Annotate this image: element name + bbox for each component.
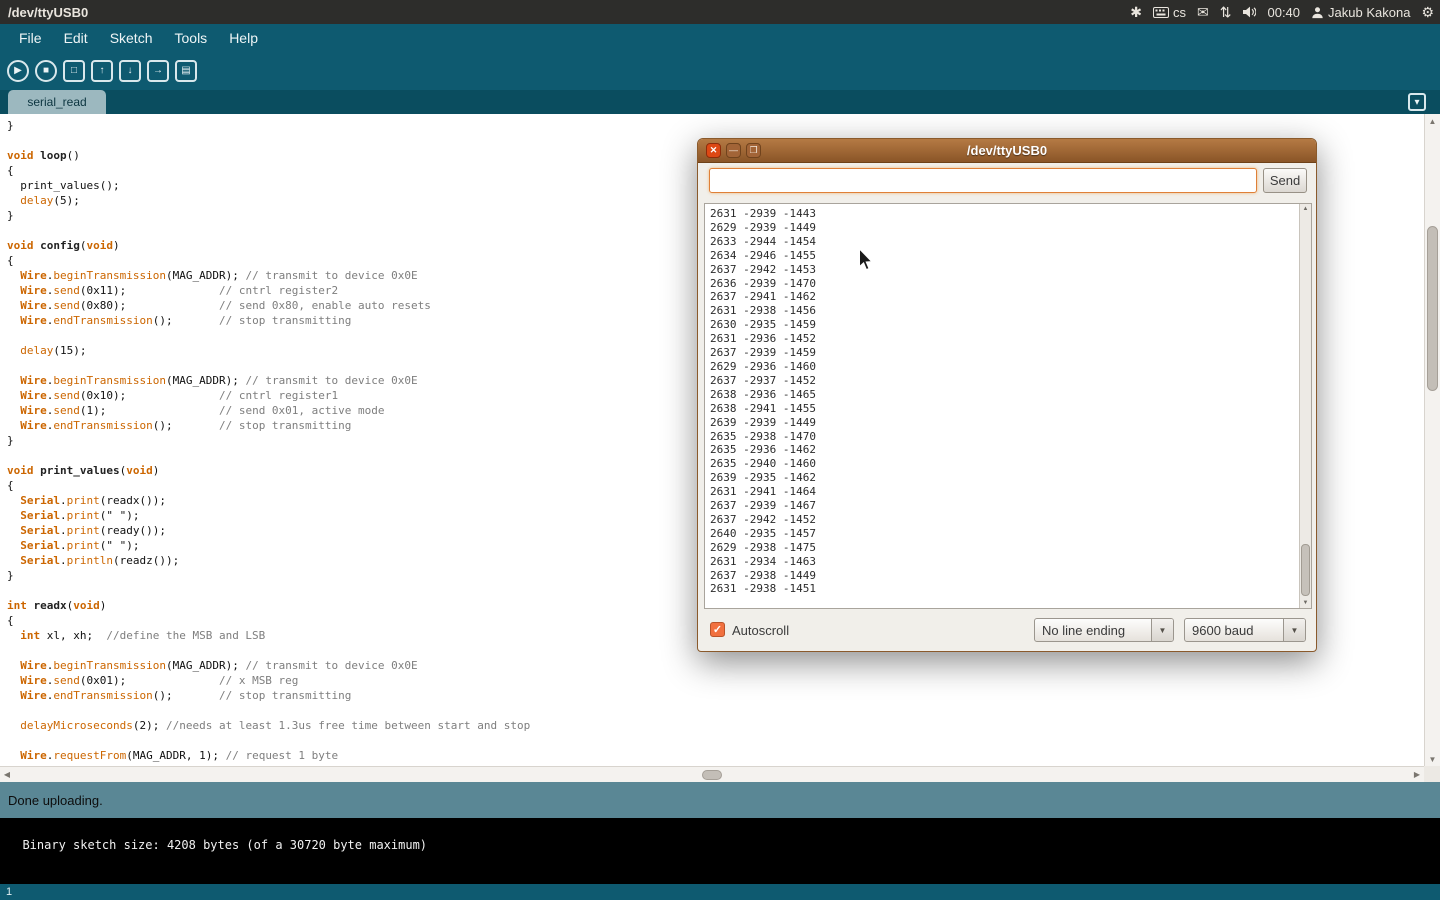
volume-indicator[interactable] bbox=[1242, 6, 1256, 18]
console-output: Binary sketch size: 4208 bytes (of a 307… bbox=[22, 838, 427, 852]
check-icon: ✓ bbox=[713, 623, 722, 636]
monitor-icon: ▤ bbox=[181, 66, 190, 76]
scroll-up-icon[interactable]: ▲ bbox=[1425, 114, 1440, 128]
username-label: Jakub Kakona bbox=[1328, 5, 1410, 20]
up-arrow-icon: ↑ bbox=[100, 66, 105, 76]
right-arrow-icon: → bbox=[153, 66, 163, 76]
editor-hscroll-thumb[interactable] bbox=[702, 770, 722, 780]
code-line: delayMicroseconds(2); //needs at least 1… bbox=[7, 718, 1424, 733]
scroll-left-icon[interactable]: ◀ bbox=[0, 767, 14, 782]
open-sketch-button[interactable]: ↑ bbox=[91, 60, 113, 82]
autoscroll-label: Autoscroll bbox=[732, 623, 789, 638]
user-icon bbox=[1311, 6, 1324, 19]
toolbar: ▶ ■ □ ↑ ↓ → ▤ bbox=[0, 52, 1440, 90]
maximize-button[interactable]: ❐ bbox=[746, 143, 761, 158]
dropdown-arrow-icon[interactable]: ▼ bbox=[1151, 619, 1173, 641]
focused-window-title: /dev/ttyUSB0 bbox=[8, 5, 88, 20]
tab-serial-read[interactable]: serial_read bbox=[8, 90, 106, 114]
minimize-icon: — bbox=[729, 146, 738, 155]
line-ending-dropdown[interactable]: No line ending ▼ bbox=[1034, 618, 1174, 642]
maximize-icon: ❐ bbox=[749, 146, 757, 155]
mail-icon: ✉ bbox=[1197, 5, 1209, 19]
messaging-menu[interactable]: ✉ bbox=[1197, 5, 1209, 19]
save-sketch-button[interactable]: ↓ bbox=[119, 60, 141, 82]
dropdown-arrow-icon[interactable]: ▼ bbox=[1283, 619, 1305, 641]
scroll-down-icon[interactable]: ▼ bbox=[1300, 598, 1311, 608]
down-arrow-icon: ↓ bbox=[128, 66, 133, 76]
chevron-down-icon: ▾ bbox=[1414, 97, 1419, 108]
serial-send-input[interactable] bbox=[709, 168, 1257, 193]
menu-file[interactable]: File bbox=[10, 26, 51, 50]
gear-icon: ⚙ bbox=[1421, 5, 1434, 19]
code-line: Wire.endTransmission(); // stop transmit… bbox=[7, 688, 1424, 703]
keyboard-layout-label: cs bbox=[1173, 5, 1186, 20]
session-menu[interactable]: ⚙ bbox=[1421, 5, 1434, 19]
code-line bbox=[7, 703, 1424, 718]
upload-button[interactable]: → bbox=[147, 60, 169, 82]
serial-monitor-title: /dev/ttyUSB0 bbox=[698, 143, 1316, 158]
scroll-down-icon[interactable]: ▼ bbox=[1425, 752, 1440, 766]
serial-monitor-controls: ✓ Autoscroll No line ending ▼ 9600 baud … bbox=[698, 617, 1316, 643]
scroll-right-icon[interactable]: ▶ bbox=[1410, 767, 1424, 782]
stop-button[interactable]: ■ bbox=[35, 60, 57, 82]
close-button[interactable]: ✕ bbox=[706, 143, 721, 158]
network-arrows-icon: ⇅ bbox=[1220, 5, 1232, 19]
play-icon: ▶ bbox=[14, 66, 22, 76]
new-sketch-button[interactable]: □ bbox=[63, 60, 85, 82]
network-indicator[interactable]: ⇅ bbox=[1220, 5, 1232, 19]
serial-monitor-button[interactable]: ▤ bbox=[175, 60, 197, 82]
window-controls: ✕ — ❐ bbox=[706, 143, 761, 158]
menu-edit[interactable]: Edit bbox=[55, 26, 97, 50]
autoscroll-checkbox[interactable]: ✓ bbox=[710, 622, 725, 637]
scroll-up-icon[interactable]: ▲ bbox=[1300, 204, 1311, 214]
verify-button[interactable]: ▶ bbox=[7, 60, 29, 82]
code-line bbox=[7, 733, 1424, 748]
system-panel: /dev/ttyUSB0 ✱ cs ✉ ⇅ 00:40 Jakub Kakona… bbox=[0, 0, 1440, 24]
scrollbar-corner bbox=[1424, 766, 1440, 782]
new-document-icon: □ bbox=[71, 66, 77, 76]
line-ending-value: No line ending bbox=[1035, 619, 1151, 641]
serial-output-scrollbar[interactable]: ▲ ▼ bbox=[1299, 204, 1311, 608]
build-console: Binary sketch size: 4208 bytes (of a 307… bbox=[0, 818, 1440, 884]
clock[interactable]: 00:40 bbox=[1267, 5, 1300, 20]
stop-icon: ■ bbox=[43, 66, 49, 76]
serial-output-area[interactable]: 2631 -2939 -1443 2629 -2939 -1449 2633 -… bbox=[704, 203, 1312, 609]
editor-horizontal-scrollbar[interactable]: ◀ ▶ bbox=[0, 766, 1424, 782]
serial-output-text: 2631 -2939 -1443 2629 -2939 -1449 2633 -… bbox=[705, 204, 1299, 608]
menu-sketch[interactable]: Sketch bbox=[101, 26, 162, 50]
serial-monitor-window: /dev/ttyUSB0 ✕ — ❐ Send 2631 -2939 -1443… bbox=[697, 138, 1317, 652]
serial-scroll-thumb[interactable] bbox=[1301, 544, 1310, 596]
status-bar: Done uploading. bbox=[0, 782, 1440, 818]
speaker-icon bbox=[1242, 6, 1256, 18]
session-user-menu[interactable]: Jakub Kakona bbox=[1311, 5, 1410, 20]
editor-vscroll-thumb[interactable] bbox=[1427, 226, 1438, 391]
code-line: Wire.requestFrom(MAG_ADDR, 1); // reques… bbox=[7, 748, 1424, 763]
status-message: Done uploading. bbox=[8, 793, 103, 808]
menu-help[interactable]: Help bbox=[220, 26, 267, 50]
editor-vertical-scrollbar[interactable]: ▲ ▼ bbox=[1424, 114, 1440, 766]
system-tray: ✱ cs ✉ ⇅ 00:40 Jakub Kakona ⚙ bbox=[1130, 0, 1434, 24]
code-line: } bbox=[7, 118, 1424, 133]
current-line-number: 1 bbox=[6, 886, 12, 898]
baud-rate-dropdown[interactable]: 9600 baud ▼ bbox=[1184, 618, 1306, 642]
indicator-applet-icon[interactable]: ✱ bbox=[1130, 5, 1142, 19]
code-line: Wire.send(0x01); // x MSB reg bbox=[7, 673, 1424, 688]
tab-bar: serial_read ▾ bbox=[0, 90, 1440, 114]
minimize-button[interactable]: — bbox=[726, 143, 741, 158]
keyboard-icon bbox=[1153, 7, 1169, 18]
close-icon: ✕ bbox=[710, 146, 718, 155]
send-button[interactable]: Send bbox=[1263, 168, 1307, 193]
serial-monitor-titlebar[interactable]: /dev/ttyUSB0 ✕ — ❐ bbox=[698, 139, 1316, 163]
menu-bar: File Edit Sketch Tools Help bbox=[0, 24, 1440, 52]
line-number-bar: 1 bbox=[0, 884, 1440, 900]
baud-rate-value: 9600 baud bbox=[1185, 619, 1283, 641]
keyboard-layout-indicator[interactable]: cs bbox=[1153, 5, 1186, 20]
menu-tools[interactable]: Tools bbox=[166, 26, 217, 50]
code-line: Wire.beginTransmission(MAG_ADDR); // tra… bbox=[7, 658, 1424, 673]
mouse-cursor bbox=[858, 248, 874, 277]
tab-menu-button[interactable]: ▾ bbox=[1408, 93, 1426, 111]
